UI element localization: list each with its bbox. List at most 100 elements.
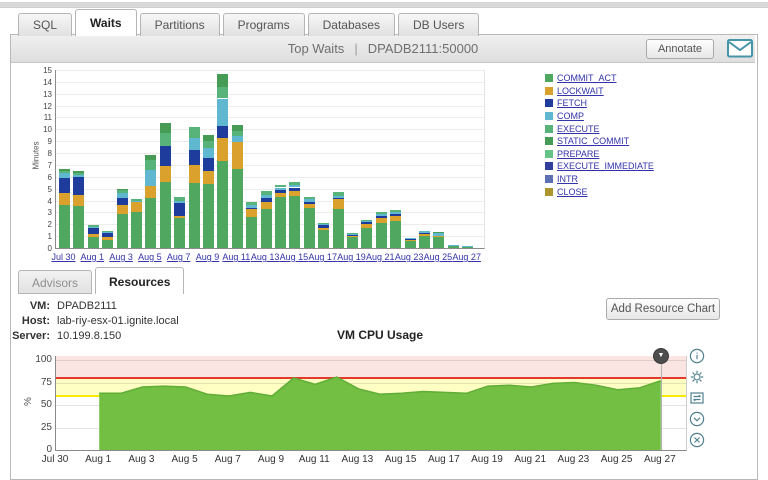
bar-segment-comp[interactable] — [462, 245, 474, 247]
bar-segment-comp[interactable] — [390, 211, 402, 214]
bar-segment-execute[interactable] — [87, 225, 99, 227]
bar-segment-lockwait[interactable] — [203, 170, 214, 184]
bar-segment-execute[interactable] — [174, 197, 186, 201]
legend-item-lockwait[interactable]: LOCKWAIT — [545, 85, 654, 98]
bar-segment-fetch[interactable] — [260, 198, 272, 202]
bar-segment-commit-act[interactable] — [260, 208, 272, 248]
bar-segment-lockwait[interactable] — [246, 208, 258, 218]
bar-segment-static-commit[interactable] — [231, 124, 243, 131]
export-icon[interactable] — [689, 390, 705, 406]
bar-segment-static-commit[interactable] — [217, 73, 229, 87]
bar-segment-execute[interactable] — [188, 126, 200, 138]
bar-segment-execute[interactable] — [303, 197, 315, 200]
bar-segment-execute[interactable] — [159, 132, 171, 146]
bar-segment-fetch[interactable] — [159, 145, 171, 167]
bar-segment-static-commit[interactable] — [59, 168, 70, 171]
tab-databases[interactable]: Databases — [307, 13, 395, 36]
bar-segment-lockwait[interactable] — [375, 218, 387, 224]
email-icon[interactable] — [727, 39, 753, 58]
bar-segment-fetch[interactable] — [332, 198, 344, 200]
bar-segment-fetch[interactable] — [275, 189, 286, 194]
bar-segment-comp[interactable] — [375, 214, 387, 216]
collapse-icon[interactable] — [689, 411, 705, 427]
bar-segment-lockwait[interactable] — [260, 201, 272, 209]
bar-segment-comp[interactable] — [318, 224, 330, 226]
bar-segment-lockwait[interactable] — [59, 193, 70, 206]
bar-segment-execute[interactable] — [231, 130, 243, 137]
bar-segment-fetch[interactable] — [188, 149, 200, 165]
bar-segment-lockwait[interactable] — [188, 164, 200, 183]
bar-segment-comp[interactable] — [145, 169, 157, 187]
bar-segment-fetch[interactable] — [102, 232, 114, 238]
bar-segment-lockwait[interactable] — [303, 204, 315, 208]
bar-segment-lockwait[interactable] — [145, 186, 157, 199]
bar-segment-commit-act[interactable] — [231, 168, 243, 248]
bar-segment-lockwait[interactable] — [231, 142, 243, 169]
bar-segment-fetch[interactable] — [375, 215, 387, 219]
legend-item-commit-act[interactable]: COMMIT_ACT — [545, 72, 654, 85]
bar-segment-comp[interactable] — [404, 237, 416, 239]
bar-segment-fetch[interactable] — [246, 207, 258, 209]
tab-db-users[interactable]: DB Users — [398, 13, 480, 36]
bar-segment-comp[interactable] — [433, 233, 445, 236]
bar-segment-fetch[interactable] — [174, 202, 186, 216]
bar-segment-comp[interactable] — [116, 193, 128, 199]
bar-segment-commit-act[interactable] — [404, 240, 416, 248]
legend-item-intr[interactable]: INTR — [545, 173, 654, 186]
bar-segment-execute[interactable] — [59, 170, 70, 174]
bar-segment-commit-act[interactable] — [462, 246, 474, 248]
bar-segment-static-commit[interactable] — [203, 135, 214, 142]
bar-segment-lockwait[interactable] — [419, 233, 430, 237]
bar-segment-comp[interactable] — [246, 205, 258, 208]
bar-segment-commit-act[interactable] — [131, 212, 142, 248]
bar-segment-execute[interactable] — [332, 192, 344, 196]
bar-segment-static-commit[interactable] — [116, 188, 128, 190]
bar-segment-comp[interactable] — [275, 187, 286, 190]
bar-segment-fetch[interactable] — [303, 201, 315, 205]
bar-segment-commit-act[interactable] — [159, 181, 171, 248]
bar-segment-fetch[interactable] — [390, 213, 402, 216]
bar-segment-commit-act[interactable] — [303, 207, 315, 248]
bar-segment-execute[interactable] — [347, 233, 358, 235]
legend-item-close[interactable]: CLOSE — [545, 185, 654, 198]
bar-segment-commit-act[interactable] — [73, 206, 85, 248]
bar-segment-static-commit[interactable] — [433, 232, 445, 234]
bar-segment-static-commit[interactable] — [159, 123, 171, 133]
bar-segment-execute[interactable] — [145, 160, 157, 170]
bar-segment-execute[interactable] — [131, 199, 142, 201]
bar-segment-lockwait[interactable] — [116, 205, 128, 214]
bar-segment-commit-act[interactable] — [59, 205, 70, 248]
bar-segment-commit-act[interactable] — [447, 246, 459, 248]
bar-segment-comp[interactable] — [289, 185, 301, 188]
legend-item-static-commit[interactable]: STATIC_COMMIT — [545, 135, 654, 148]
bar-segment-commit-act[interactable] — [116, 213, 128, 248]
bar-segment-lockwait[interactable] — [332, 199, 344, 209]
close-icon[interactable] — [689, 432, 705, 448]
bar-segment-execute[interactable] — [289, 181, 301, 186]
bar-segment-lockwait[interactable] — [318, 227, 330, 231]
bar-segment-comp[interactable] — [303, 199, 315, 202]
bar-segment-fetch[interactable] — [419, 232, 430, 234]
bar-segment-execute[interactable] — [361, 219, 373, 221]
legend-item-execute-immediate[interactable]: EXECUTE_IMMEDIATE — [545, 160, 654, 173]
bar-segment-commit-act[interactable] — [188, 182, 200, 248]
bar-segment-fetch[interactable] — [87, 227, 99, 234]
settings-icon[interactable] — [689, 369, 705, 385]
annotate-button[interactable]: Annotate — [646, 39, 714, 59]
bar-segment-commit-act[interactable] — [275, 196, 286, 248]
legend-item-execute[interactable]: EXECUTE — [545, 122, 654, 135]
bar-segment-execute[interactable] — [203, 141, 214, 149]
bar-segment-lockwait[interactable] — [433, 236, 445, 238]
bar-segment-lockwait[interactable] — [174, 215, 186, 219]
bar-segment-fetch[interactable] — [318, 225, 330, 228]
tab-programs[interactable]: Programs — [222, 13, 305, 36]
bar-segment-commit-act[interactable] — [419, 236, 430, 248]
bar-segment-commit-act[interactable] — [174, 218, 186, 248]
resource-tab-advisors[interactable]: Advisors — [18, 270, 93, 294]
bar-segment-fetch[interactable] — [217, 125, 229, 138]
add-resource-chart-button[interactable]: Add Resource Chart — [606, 298, 720, 320]
bar-segment-commit-act[interactable] — [375, 223, 387, 248]
bar-segment-execute[interactable] — [275, 185, 286, 188]
time-marker-icon[interactable]: ▼ — [653, 348, 669, 364]
bar-segment-commit-act[interactable] — [145, 198, 157, 248]
